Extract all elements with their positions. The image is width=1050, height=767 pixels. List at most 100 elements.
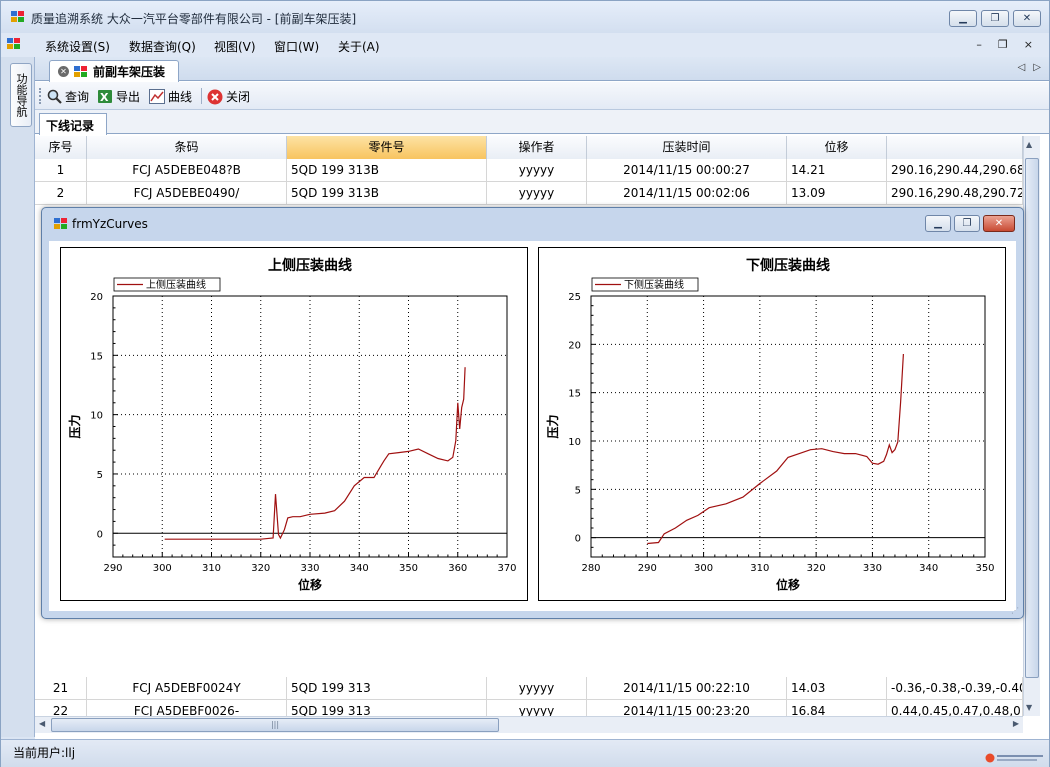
mdi-close-button[interactable]: × xyxy=(1024,38,1033,51)
cell-displacement[interactable]: 16.84 xyxy=(787,700,887,716)
series-line xyxy=(647,353,904,545)
table-row[interactable]: 2 FCJ A5DEBE0490/5QD 199 313B yyyyy 2014/11… xyxy=(35,182,1023,205)
cell-part-number[interactable]: 5QD 199 313B xyxy=(287,182,487,205)
upper-press-chart: 上侧压装曲线 290 300 310 320 330 340 350 360 370 0 5 10 15 2… xyxy=(60,247,528,601)
table-row[interactable]: 1 FCJ A5DEBE048?B 5QD 199 313B yyyyy 2014/11… xyxy=(35,159,1023,182)
menu-window[interactable]: 窗口(W) xyxy=(274,38,319,55)
resize-grip[interactable]: ⋰ xyxy=(1011,606,1019,615)
x-tick-label: 340 xyxy=(350,563,369,574)
curve-label: 曲线 xyxy=(168,90,193,104)
cell-part-number[interactable]: 5QD 199 313 xyxy=(287,700,487,716)
mdi-minimize-button[interactable]: – xyxy=(976,38,982,51)
menu-data-query[interactable]: 数据查询(Q) xyxy=(129,38,196,55)
app-icon xyxy=(11,11,25,23)
cell-operator[interactable]: yyyyy xyxy=(487,677,587,700)
scroll-down-icon[interactable]: ▼ xyxy=(1026,703,1032,712)
column-header-part-number[interactable]: 零件号 xyxy=(287,136,487,159)
toolbar-grip[interactable] xyxy=(39,88,41,104)
cell-press-time[interactable]: 2014/11/15 00:22:10 xyxy=(587,677,787,700)
cell-displacement[interactable]: 14.21 xyxy=(787,159,887,182)
x-tick-label: 280 xyxy=(581,563,600,574)
tab-offline-records[interactable]: 下线记录 xyxy=(39,113,107,135)
cell-index[interactable]: 1 xyxy=(35,159,87,182)
x-tick-label: 340 xyxy=(919,563,938,574)
toolbar: 查询 X 导出 曲线 关闭 xyxy=(35,82,1049,110)
export-button[interactable]: X 导出 xyxy=(97,88,140,105)
y-tick-label: 5 xyxy=(575,485,581,496)
column-header-operator[interactable]: 操作者 xyxy=(487,136,587,159)
cell-index[interactable]: 21 xyxy=(35,677,87,700)
cell-press-time[interactable]: 2014/11/15 00:00:27 xyxy=(587,159,787,182)
query-button[interactable]: 查询 xyxy=(47,88,89,105)
cell-operator[interactable]: yyyyy xyxy=(487,700,587,716)
tab-scroll-right-icon[interactable]: ▷ xyxy=(1033,62,1041,73)
cell-displacement[interactable]: 13.09 xyxy=(787,182,887,205)
dialog-maximize-button[interactable]: ❐ xyxy=(954,215,980,232)
legend-entry: 下侧压装曲线 xyxy=(624,278,684,291)
cell-operator[interactable]: yyyyy xyxy=(487,182,587,205)
mdi-child-icon[interactable] xyxy=(7,38,21,50)
dialog-close-button[interactable]: ✕ xyxy=(983,215,1015,232)
cell-press-time[interactable]: 2014/11/15 00:02:06 xyxy=(587,182,787,205)
maximize-button[interactable]: ❐ xyxy=(981,10,1009,27)
vertical-scroll-thumb[interactable] xyxy=(1025,158,1039,678)
tab-close-icon[interactable]: ✕ xyxy=(58,66,69,77)
curves-dialog: frmYzCurves ▁ ❐ ✕ 上侧压装曲线 290 300 310 320 330 3… xyxy=(41,207,1024,619)
toolbar-separator xyxy=(201,88,202,104)
scroll-up-icon[interactable]: ▲ xyxy=(1026,140,1032,149)
main-window: 质量追溯系统 大众一汽平台零部件有限公司 - [前副车架压装] ▁ ❐ ✕ 系统… xyxy=(0,0,1050,767)
column-header-barcode[interactable]: 条码 xyxy=(87,136,287,159)
legend-entry: 上侧压装曲线 xyxy=(146,278,206,291)
table-row[interactable]: 22 FCJ A5DEBF0026- 5QD 199 313 yyyyy 2014/11… xyxy=(35,700,1023,716)
close-form-button[interactable]: 关闭 xyxy=(207,88,250,105)
cell-index[interactable]: 2 xyxy=(35,182,87,205)
column-header-curve-data[interactable] xyxy=(887,136,1023,159)
cell-press-time[interactable]: 2014/11/15 00:23:20 xyxy=(587,700,787,716)
nav-panel-tab[interactable]: 功能导航 xyxy=(10,63,32,127)
cell-part-number[interactable]: 5QD 199 313 xyxy=(287,677,487,700)
svg-text:X: X xyxy=(100,91,109,104)
cell-operator[interactable]: yyyyy xyxy=(487,159,587,182)
cell-curve-data[interactable]: 290.16,290.44,290.68,29 xyxy=(887,159,1023,182)
menu-view[interactable]: 视图(V) xyxy=(214,38,256,55)
scroll-right-icon[interactable]: ▶ xyxy=(1013,719,1019,728)
document-tab-strip: ✕ 前副车架压装 ◁ ▷ xyxy=(35,57,1049,82)
tab-front-subframe-press[interactable]: ✕ 前副车架压装 xyxy=(49,60,179,82)
x-tick-label: 350 xyxy=(399,563,418,574)
horizontal-scroll-thumb[interactable]: ||| xyxy=(51,718,499,732)
cell-curve-data[interactable]: 290.16,290.48,290.72,29 xyxy=(887,182,1023,205)
scroll-left-icon[interactable]: ◀ xyxy=(39,719,45,728)
cell-curve-data[interactable]: 0.44,0.45,0.47,0.48,0.52 xyxy=(887,700,1023,716)
grid-horizontal-scrollbar[interactable]: ◀ ||| ▶ xyxy=(35,716,1023,733)
tab-scroll-left-icon[interactable]: ◁ xyxy=(1018,62,1026,73)
cell-index[interactable]: 22 xyxy=(35,700,87,716)
menu-system-settings[interactable]: 系统设置(S) xyxy=(45,38,110,55)
cell-displacement[interactable]: 14.03 xyxy=(787,677,887,700)
x-axis-label: 位移 xyxy=(298,577,322,592)
cell-barcode[interactable]: FCJ A5DEBF0024Y xyxy=(87,677,287,700)
y-tick-label: 15 xyxy=(90,351,103,362)
grid-header: 序号 条码 零件号 操作者 压装时间 位移 xyxy=(35,136,1023,159)
cell-barcode[interactable]: FCJ A5DEBE0490/ xyxy=(87,182,287,205)
mdi-restore-button[interactable]: ❐ xyxy=(998,38,1008,51)
curve-button[interactable]: 曲线 xyxy=(149,88,192,105)
x-tick-label: 320 xyxy=(807,563,826,574)
x-tick-label: 330 xyxy=(863,563,882,574)
column-header-index[interactable]: 序号 xyxy=(35,136,87,159)
close-button[interactable]: ✕ xyxy=(1013,10,1041,27)
grid-vertical-scrollbar[interactable]: ▲ ▼ xyxy=(1023,136,1040,716)
cell-barcode[interactable]: FCJ A5DEBF0026- xyxy=(87,700,287,716)
column-header-displacement[interactable]: 位移 xyxy=(787,136,887,159)
y-tick-label: 20 xyxy=(568,340,581,351)
cell-curve-data[interactable]: -0.36,-0.38,-0.39,-0.40,- xyxy=(887,677,1023,700)
menu-about[interactable]: 关于(A) xyxy=(338,38,380,55)
plot-frame xyxy=(590,295,986,558)
x-axis-label: 位移 xyxy=(776,577,800,592)
y-axis-label: 压力 xyxy=(67,414,82,438)
minimize-button[interactable]: ▁ xyxy=(949,10,977,27)
column-header-press-time[interactable]: 压装时间 xyxy=(587,136,787,159)
dialog-minimize-button[interactable]: ▁ xyxy=(925,215,951,232)
table-row[interactable]: 21 FCJ A5DEBF0024Y 5QD 199 313 yyyyy 2014/11… xyxy=(35,677,1023,700)
cell-barcode[interactable]: FCJ A5DEBE048?B xyxy=(87,159,287,182)
cell-part-number[interactable]: 5QD 199 313B xyxy=(287,159,487,182)
